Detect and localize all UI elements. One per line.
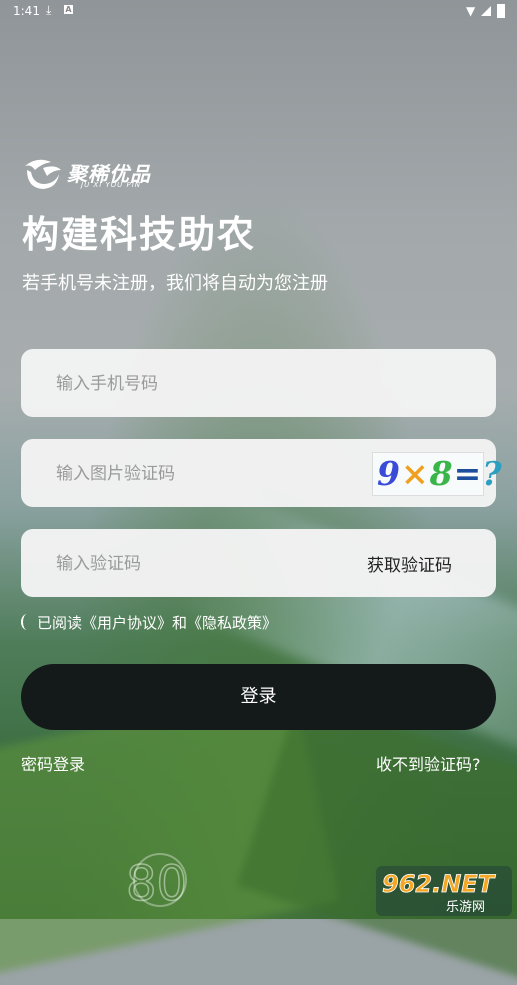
background-80-overlay: 80 — [125, 853, 188, 910]
page-headline: 构建科技助农 — [22, 213, 256, 256]
page-subtitle: 若手机号未注册，我们将自动为您注册 — [22, 273, 328, 294]
captcha-text: 9×8=? — [377, 454, 503, 493]
site-watermark: 962.NET 乐游网 — [376, 866, 512, 916]
agreement-text[interactable]: 已阅读《用户协议》和《隐私政策》 — [37, 612, 277, 633]
download-icon: ⤓ — [46, 3, 52, 17]
wifi-icon: ▼ — [466, 4, 476, 18]
password-login-link[interactable]: 密码登录 — [21, 751, 85, 775]
status-bar: 1:41 ⤓ A ▼ — [0, 0, 517, 24]
leaf-logo-icon — [25, 159, 61, 189]
brand-logo: 聚稀优品 JU XI YOU PIN — [21, 156, 181, 192]
svg-text:962.NET: 962.NET — [382, 870, 496, 898]
image-code-input[interactable] — [54, 439, 358, 509]
phone-input[interactable] — [54, 349, 358, 419]
captcha-image[interactable]: 9×8=? — [372, 452, 502, 496]
agreement-checkbox[interactable] — [21, 614, 33, 630]
image-code-field[interactable]: 9×8=? — [21, 439, 502, 509]
battery-icon — [497, 4, 505, 18]
get-code-button[interactable]: 获取验证码 — [367, 551, 452, 576]
login-button[interactable]: 登录 — [21, 664, 496, 730]
app-notification-icon: A — [64, 5, 73, 14]
sms-code-input[interactable] — [54, 529, 358, 599]
sms-code-field[interactable]: 获取验证码 — [21, 529, 496, 599]
svg-text:80: 80 — [126, 856, 187, 910]
phone-field[interactable] — [21, 349, 496, 419]
svg-text:乐游网: 乐游网 — [446, 900, 485, 915]
status-time: 1:41 — [13, 4, 40, 18]
no-code-link[interactable]: 收不到验证码? — [376, 751, 481, 775]
brand-name-en: JU XI YOU PIN — [81, 181, 142, 189]
signal-icon — [481, 6, 491, 16]
